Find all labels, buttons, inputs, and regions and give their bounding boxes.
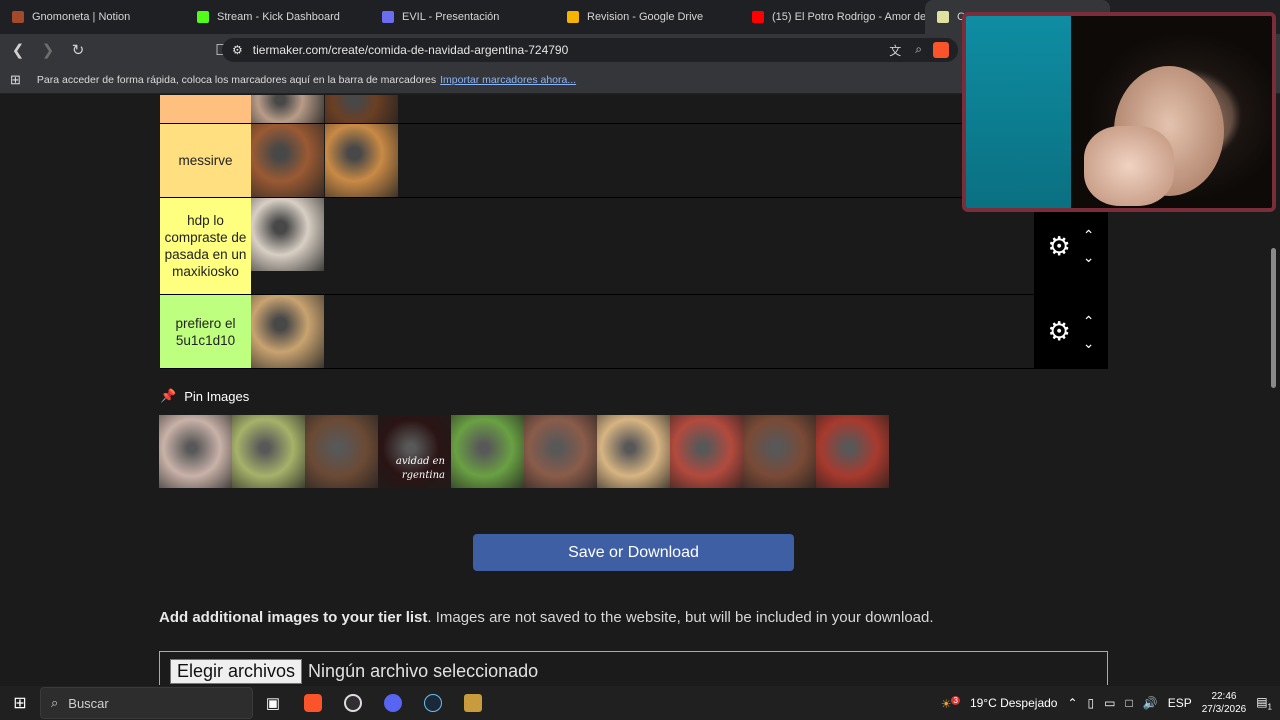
- chevron-down-icon[interactable]: ⌄: [1083, 336, 1095, 350]
- tier-items: [251, 198, 325, 294]
- address-field[interactable]: ⚙ tiermaker.com/create/comida-de-navidad…: [222, 38, 958, 62]
- food-image[interactable]: [325, 95, 398, 123]
- taskbar-search[interactable]: ⌕ Buscar: [40, 687, 253, 719]
- url-text: tiermaker.com/create/comida-de-navidad-a…: [252, 43, 569, 57]
- volume-icon[interactable]: 🔊: [1143, 696, 1158, 710]
- zoom-icon[interactable]: ⌕: [915, 42, 922, 59]
- discord-taskbar-icon[interactable]: [373, 686, 413, 720]
- tier-row: hdp lo compraste de pasada en un maxikio…: [160, 198, 1108, 295]
- network-icon[interactable]: □: [1125, 696, 1132, 710]
- tab-label: (15) El Potro Rodrigo - Amor de: [772, 11, 925, 23]
- pin-image[interactable]: [451, 415, 524, 488]
- tray-chevron-icon[interactable]: ⌃: [1067, 696, 1077, 710]
- forward-icon[interactable]: ❯: [36, 38, 60, 62]
- scrollbar-thumb[interactable]: [1271, 248, 1276, 388]
- notifications-icon[interactable]: ▤1: [1256, 695, 1272, 711]
- browser-tab[interactable]: (15) El Potro Rodrigo - Amor de: [740, 0, 925, 34]
- bookmarks-hint: Para acceder de forma rápida, coloca los…: [36, 73, 437, 86]
- tier-items: [251, 124, 399, 197]
- gear-icon[interactable]: ⚙: [1047, 231, 1070, 262]
- chevron-down-icon[interactable]: ⌄: [1083, 250, 1095, 264]
- microphone-icon[interactable]: ▯: [1088, 696, 1095, 710]
- back-icon[interactable]: ❮: [6, 38, 30, 62]
- tab-favicon-icon: [382, 11, 394, 23]
- steam-taskbar-icon[interactable]: [413, 686, 453, 720]
- gear-icon[interactable]: ⚙: [1047, 316, 1070, 347]
- food-image[interactable]: [251, 198, 324, 271]
- tier-label[interactable]: [160, 95, 251, 123]
- search-icon: ⌕: [51, 695, 59, 710]
- browser-tab[interactable]: Stream - Kick Dashboard: [185, 0, 370, 34]
- task-view-icon[interactable]: ▣: [253, 686, 293, 720]
- import-bookmarks-link[interactable]: Importar marcadores ahora...: [440, 74, 576, 86]
- translate-icon[interactable]: 文: [889, 42, 901, 59]
- reload-icon[interactable]: ↻: [66, 38, 90, 62]
- tab-label: EVIL - Presentación: [402, 11, 500, 23]
- tab-label: Revision - Google Drive: [587, 11, 704, 23]
- file-status: Ningún archivo seleccionado: [308, 660, 539, 681]
- weather-icon[interactable]: ☀ 3: [941, 695, 960, 711]
- save-download-button[interactable]: Save or Download: [473, 534, 794, 571]
- tier-label[interactable]: messirve: [160, 124, 251, 197]
- battery-icon[interactable]: ▭: [1104, 696, 1115, 710]
- pin-image[interactable]: [670, 415, 743, 488]
- pin-image[interactable]: [232, 415, 305, 488]
- pin-images-row: avidad en rgentina: [159, 415, 889, 488]
- pin-image[interactable]: [597, 415, 670, 488]
- browser-tab[interactable]: Revision - Google Drive: [555, 0, 740, 34]
- tier-items: [251, 95, 399, 123]
- webcam-overlay: [962, 12, 1276, 212]
- apps-grid-icon[interactable]: ⊞: [10, 72, 21, 88]
- pin-image[interactable]: [743, 415, 816, 488]
- food-image[interactable]: [251, 124, 324, 197]
- brave-taskbar-icon[interactable]: [293, 686, 333, 720]
- tab-favicon-icon: [12, 11, 24, 23]
- tier-label[interactable]: prefiero el 5u1c1d10: [160, 295, 251, 368]
- pin-image[interactable]: [159, 415, 232, 488]
- tab-favicon-icon: [752, 11, 764, 23]
- system-tray: ☀ 3 19°C Despejado ⌃ ▯ ▭ □ 🔊 ESP 22:46 27…: [941, 690, 1280, 716]
- browser-tab[interactable]: Gnomoneta | Notion: [0, 0, 185, 34]
- weather-text[interactable]: 19°C Despejado: [970, 696, 1058, 710]
- tier-controls: ⚙ ⌃ ⌄: [1034, 198, 1108, 294]
- obs-taskbar-icon[interactable]: [333, 686, 373, 720]
- tier-row: prefiero el 5u1c1d10 ⚙ ⌃ ⌄: [160, 295, 1108, 369]
- chevron-up-icon[interactable]: ⌃: [1083, 228, 1095, 242]
- tier-label[interactable]: hdp lo compraste de pasada en un maxikio…: [160, 198, 251, 294]
- pin-images-heading: 📌 Pin Images: [160, 388, 250, 404]
- file-input[interactable]: Elegir archivos Ningún archivo seleccion…: [159, 651, 1108, 685]
- pin-image[interactable]: [305, 415, 378, 488]
- tab-favicon-icon: [567, 11, 579, 23]
- pin-image[interactable]: avidad en rgentina: [378, 415, 451, 488]
- tab-label: Gnomoneta | Notion: [32, 11, 131, 23]
- clock[interactable]: 22:46 27/3/2026: [1202, 690, 1247, 716]
- pin-icon: 📌: [160, 388, 177, 403]
- food-image[interactable]: [251, 295, 324, 368]
- food-image[interactable]: [325, 124, 398, 197]
- brave-shield-icon[interactable]: [933, 42, 949, 58]
- pin-image-caption: avidad en rgentina: [395, 456, 445, 481]
- tier-controls: ⚙ ⌃ ⌄: [1034, 295, 1108, 368]
- site-info-icon[interactable]: ⚙: [232, 43, 243, 57]
- league-taskbar-icon[interactable]: [453, 686, 493, 720]
- language-indicator[interactable]: ESP: [1168, 696, 1192, 710]
- tab-favicon-icon: [937, 11, 949, 23]
- windows-taskbar: ⊞ ⌕ Buscar ▣ ☀ 3 19°C Despejado ⌃ ▯ ▭ □ 🔊…: [0, 686, 1280, 720]
- pin-image[interactable]: [524, 415, 597, 488]
- choose-files-button[interactable]: Elegir archivos: [170, 658, 303, 684]
- pin-image[interactable]: [816, 415, 889, 488]
- windows-start-icon[interactable]: ⊞: [0, 693, 40, 713]
- chevron-up-icon[interactable]: ⌃: [1083, 314, 1095, 328]
- food-image[interactable]: [251, 95, 324, 123]
- tier-items: [251, 295, 325, 368]
- tab-favicon-icon: [197, 11, 209, 23]
- add-images-text: Add additional images to your tier list.…: [159, 609, 934, 626]
- browser-tab[interactable]: EVIL - Presentación: [370, 0, 555, 34]
- tab-label: Stream - Kick Dashboard: [217, 11, 340, 23]
